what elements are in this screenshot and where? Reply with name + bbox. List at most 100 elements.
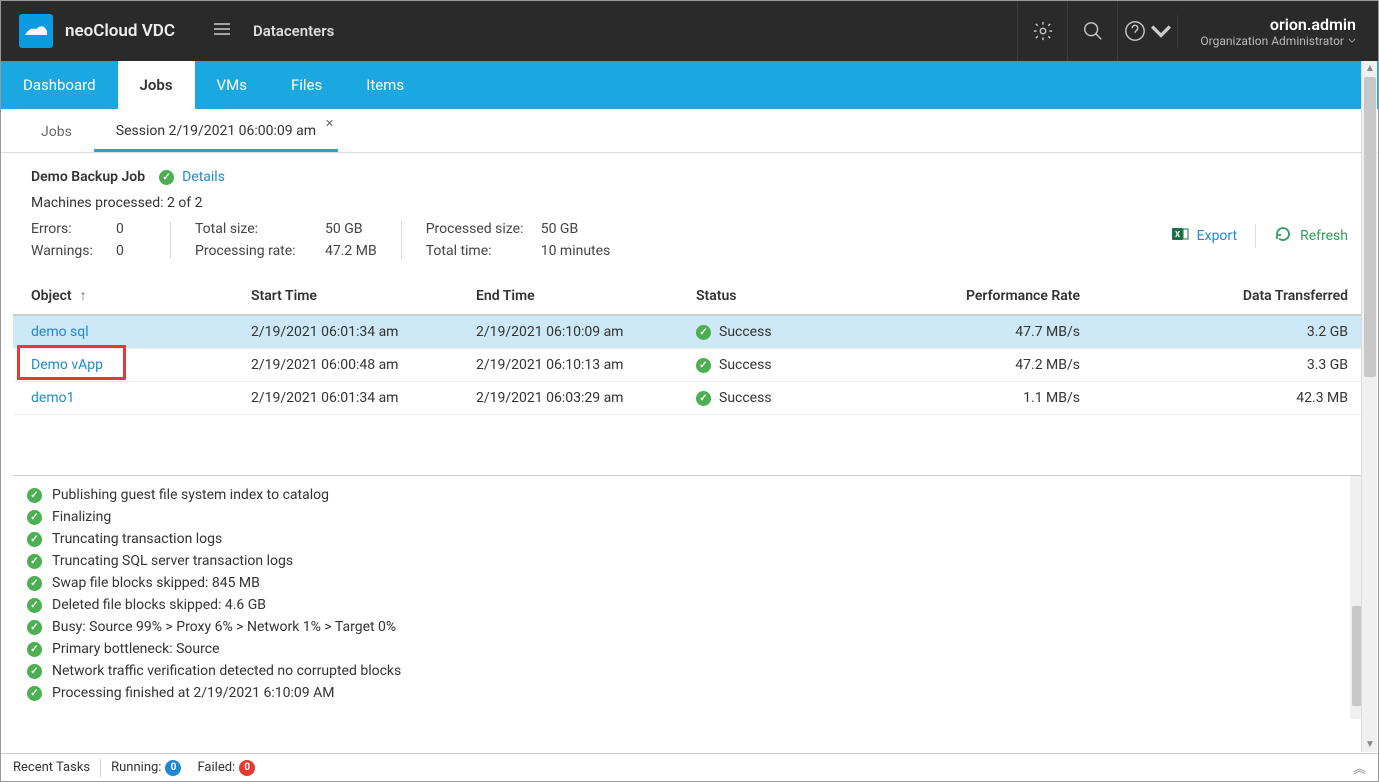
table-header-row: Object↑ Start Time End Time Status Perfo… <box>13 277 1366 315</box>
sort-arrow-up-icon: ↑ <box>80 288 87 304</box>
cell-rate: 1.1 MB/s <box>878 382 1098 415</box>
search-icon <box>1082 20 1104 42</box>
warnings-label: Warnings: <box>31 243 116 259</box>
product-logo-icon <box>19 14 53 48</box>
success-icon <box>27 532 42 547</box>
chevron-down-icon <box>1348 38 1356 43</box>
objects-table: Object↑ Start Time End Time Status Perfo… <box>13 277 1366 415</box>
log-line: Processing finished at 2/19/2021 6:10:09… <box>27 682 1352 704</box>
cell-data: 42.3 MB <box>1098 382 1366 415</box>
hamburger-icon[interactable] <box>211 18 233 44</box>
processed-size-label: Processed size: <box>426 221 541 237</box>
table-row[interactable]: demo1 2/19/2021 06:01:34 am 2/19/2021 06… <box>13 382 1366 415</box>
stats-group-2: Total size:50 GB Processing rate:47.2 MB <box>170 221 401 259</box>
table-row[interactable]: demo sql 2/19/2021 06:01:34 am 2/19/2021… <box>13 315 1366 349</box>
cell-status: Success <box>696 357 860 373</box>
col-object[interactable]: Object↑ <box>13 277 233 315</box>
scroll-down-icon[interactable]: ▼ <box>1365 739 1375 750</box>
success-icon <box>696 391 711 406</box>
scrollbar-thumb[interactable] <box>1364 77 1376 377</box>
total-size-value: 50 GB <box>325 221 362 237</box>
svg-text:X: X <box>1175 230 1180 239</box>
footer-bar: Recent Tasks Running: 0 Failed: 0 ︽ <box>1 753 1378 781</box>
object-link[interactable]: demo1 <box>31 390 74 406</box>
log-line: Truncating SQL server transaction logs <box>27 550 1352 572</box>
help-button[interactable] <box>1117 1 1177 61</box>
nav-dashboard[interactable]: Dashboard <box>1 61 118 109</box>
recent-tasks-label[interactable]: Recent Tasks <box>13 760 90 775</box>
export-button[interactable]: X Export <box>1171 221 1237 251</box>
failed-badge: 0 <box>239 760 255 776</box>
success-icon <box>27 620 42 635</box>
success-icon <box>27 642 42 657</box>
user-name: orion.admin <box>1200 15 1356 34</box>
header-icons: orion.admin Organization Administrator <box>1017 1 1378 61</box>
sub-tab-session[interactable]: Session 2/19/2021 06:00:09 am ✕ <box>94 113 338 152</box>
processed-size-value: 50 GB <box>541 221 578 237</box>
refresh-button[interactable]: Refresh <box>1274 221 1348 251</box>
top-header: neoCloud VDC Datacenters orion.admin Org… <box>1 1 1378 61</box>
details-link[interactable]: Details <box>159 169 225 185</box>
running-badge: 0 <box>165 760 181 776</box>
logo-area: neoCloud VDC <box>1 14 193 48</box>
main-scrollbar[interactable]: ▲ ▼ <box>1361 61 1377 752</box>
col-data-trans[interactable]: Data Transferred <box>1098 277 1366 315</box>
success-icon <box>27 598 42 613</box>
nav-items[interactable]: Items <box>344 61 426 109</box>
cell-status: Success <box>696 324 860 340</box>
success-icon <box>27 488 42 503</box>
errors-label: Errors: <box>31 221 116 237</box>
refresh-icon <box>1274 225 1292 247</box>
search-button[interactable] <box>1067 1 1117 61</box>
stats-group-3: Processed size:50 GB Total time:10 minut… <box>401 221 635 259</box>
job-name: Demo Backup Job <box>31 169 145 185</box>
log-line: Network traffic verification detected no… <box>27 660 1352 682</box>
stats-group-1: Errors:0 Warnings:0 <box>31 221 170 259</box>
scroll-up-icon[interactable]: ▲ <box>1365 63 1375 74</box>
sub-tab-jobs[interactable]: Jobs <box>19 114 94 152</box>
object-link[interactable]: Demo vApp <box>31 357 103 373</box>
success-icon <box>159 170 174 185</box>
object-link[interactable]: demo sql <box>31 324 89 340</box>
export-label: Export <box>1197 228 1237 244</box>
machines-processed: Machines processed: 2 of 2 <box>1 195 1378 221</box>
col-end-time[interactable]: End Time <box>458 277 678 315</box>
log-line: Busy: Source 99% > Proxy 6% > Network 1%… <box>27 616 1352 638</box>
total-size-label: Total size: <box>195 221 325 237</box>
close-tab-icon[interactable]: ✕ <box>325 117 334 130</box>
total-time-value: 10 minutes <box>541 243 611 259</box>
log-line: Primary bottleneck: Source <box>27 638 1352 660</box>
log-line: Deleted file blocks skipped: 4.6 GB <box>27 594 1352 616</box>
cell-data: 3.2 GB <box>1098 315 1366 349</box>
cell-data: 3.3 GB <box>1098 349 1366 382</box>
table-row[interactable]: Demo vApp 2/19/2021 06:00:48 am 2/19/202… <box>13 349 1366 382</box>
col-status[interactable]: Status <box>678 277 878 315</box>
cell-end: 2/19/2021 06:10:09 am <box>458 315 678 349</box>
cell-start: 2/19/2021 06:00:48 am <box>233 349 458 382</box>
excel-icon: X <box>1171 225 1189 247</box>
log-line: Publishing guest file system index to ca… <box>27 484 1352 506</box>
running-label: Running: <box>111 760 161 775</box>
nav-vms[interactable]: VMs <box>195 61 269 109</box>
col-perf-rate[interactable]: Performance Rate <box>878 277 1098 315</box>
log-line: Finalizing <box>27 506 1352 528</box>
details-label: Details <box>182 169 225 185</box>
expand-footer-icon[interactable]: ︽ <box>1353 758 1366 777</box>
cell-rate: 47.2 MB/s <box>878 349 1098 382</box>
settings-button[interactable] <box>1017 1 1067 61</box>
chevron-down-icon <box>1150 20 1172 42</box>
total-time-label: Total time: <box>426 243 541 259</box>
success-icon <box>27 576 42 591</box>
log-panel: Publishing guest file system index to ca… <box>13 475 1366 719</box>
cell-start: 2/19/2021 06:01:34 am <box>233 382 458 415</box>
success-icon <box>27 510 42 525</box>
success-icon <box>696 358 711 373</box>
datacenters-link[interactable]: Datacenters <box>253 22 334 40</box>
col-start-time[interactable]: Start Time <box>233 277 458 315</box>
job-header: Demo Backup Job Details <box>1 153 1378 195</box>
cell-rate: 47.7 MB/s <box>878 315 1098 349</box>
nav-files[interactable]: Files <box>269 61 344 109</box>
user-menu[interactable]: orion.admin Organization Administrator <box>1177 15 1378 48</box>
nav-jobs[interactable]: Jobs <box>118 61 195 109</box>
warnings-value: 0 <box>116 243 146 259</box>
